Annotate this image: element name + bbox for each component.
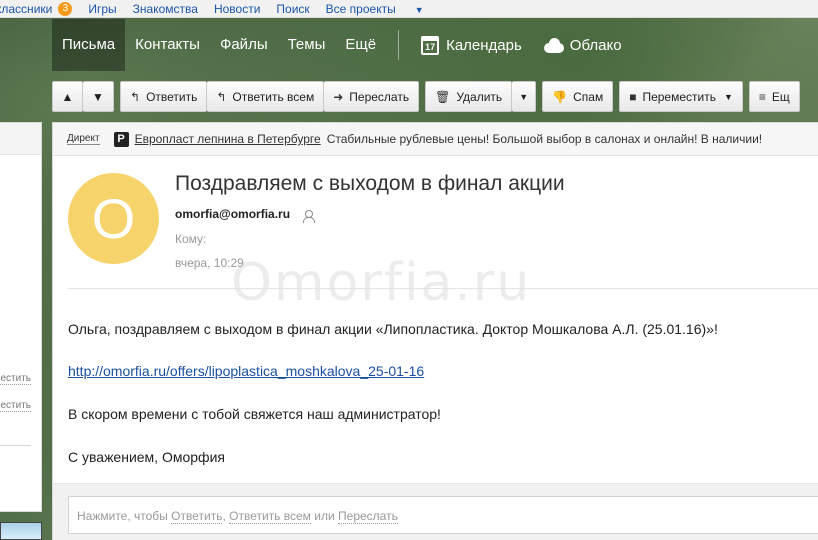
move-label: Переместить (642, 89, 716, 104)
portal-link-dating[interactable]: Знакомства (133, 2, 198, 16)
all-projects-label: Все проекты (325, 1, 396, 16)
forward-button[interactable]: ➜ Переслать (324, 81, 420, 112)
reply-button[interactable]: ↰ Ответить (120, 81, 208, 112)
delete-button[interactable]: 🗑 Удалить (425, 81, 513, 112)
reply-hint-or: или (314, 509, 335, 523)
cloud-icon (542, 37, 564, 53)
body-line-3: В скором времени с тобой свяжется наш ад… (68, 406, 441, 422)
sender-avatar: O (68, 173, 159, 264)
spam-label: Спам (573, 89, 604, 104)
portal-link-all-projects[interactable]: Все проекты ▼ (326, 2, 440, 16)
arrow-down-icon: ▼ (92, 89, 104, 104)
delete-options-button[interactable]: ▼ (512, 81, 537, 112)
folder-icon: ■ (629, 89, 637, 104)
nav-tab-mail[interactable]: Письма (52, 19, 126, 71)
portal-link-news[interactable]: Новости (214, 2, 260, 16)
caret-down-icon: ▼ (414, 4, 424, 15)
nav-arrows-group: ▲ ▼ (52, 81, 114, 112)
main-nav: Письма Контакты Файлы Темы Ещё 17 Календ… (52, 19, 818, 71)
reply-all-icon: ↰ (216, 89, 227, 104)
message-toolbar: ▲ ▼ ↰ Ответить ↰ Ответить всем ➜ Переслать … (52, 80, 818, 113)
quick-forward-link[interactable]: Переслать (338, 509, 398, 524)
forward-label: Переслать (349, 89, 410, 104)
nav-cloud-label: Облако (569, 36, 622, 54)
quick-reply-link[interactable]: Ответить (171, 509, 223, 524)
left-move-link-2[interactable]: местить (0, 400, 31, 412)
sender-email[interactable]: omorfia@omorfia.ru (175, 207, 290, 221)
reply-group: ↰ Ответить ↰ Ответить всем ➜ Переслать (120, 81, 420, 112)
forward-icon: ➜ (333, 89, 344, 104)
portal-link-search[interactable]: Поиск (276, 2, 309, 16)
body-link-line: http://omorfia.ru/offers/lipoplastica_mo… (68, 363, 424, 379)
add-contact-icon[interactable] (303, 210, 315, 223)
body-line-1: Ольга, поздравляем с выходом в финал акц… (68, 321, 718, 337)
spam-button[interactable]: 👎 Спам (542, 81, 614, 112)
ad-bar: Директ P Европласт лепнина в Петербурге … (53, 123, 818, 156)
calendar-icon: 17 (421, 35, 440, 55)
trash-icon: 🗑 (435, 89, 451, 104)
message-card: Директ P Европласт лепнина в Петербурге … (52, 122, 818, 540)
ad-text: Стабильные рублевые цены! Большой выбор … (326, 132, 763, 146)
portal-link-games[interactable]: Игры (88, 2, 116, 16)
prev-message-button[interactable]: ▲ (52, 81, 83, 112)
nav-cloud[interactable]: Облако (532, 37, 632, 54)
nav-calendar[interactable]: 17 Календарь (411, 35, 532, 55)
more-button[interactable]: ≡ Ещ (748, 81, 800, 112)
nav-tab-contacts[interactable]: Контакты (125, 19, 210, 71)
nav-calendar-label: Календарь (446, 36, 522, 54)
left-panel: местить местить (0, 122, 42, 512)
offer-link[interactable]: http://omorfia.ru/offers/lipoplastica_mo… (68, 363, 424, 379)
nav-tab-more[interactable]: Ещё (335, 19, 386, 71)
left-divider (0, 445, 31, 446)
quick-reply-all-link[interactable]: Ответить всем (229, 509, 311, 524)
left-panel-header (0, 123, 41, 155)
quick-reply-area: Нажмите, чтобы Ответить, Ответить всем и… (53, 483, 818, 540)
portal-bar: классники 3 Игры Знакомства Новости Поис… (0, 0, 818, 18)
move-group: ■ Переместить ▼ (619, 81, 743, 112)
arrow-up-icon: ▲ (61, 89, 74, 104)
ad-direct-label[interactable]: Директ (67, 133, 100, 145)
body-line-4: С уважением, Оморфия (68, 449, 225, 465)
menu-icon: ≡ (758, 89, 766, 104)
reply-hint-prefix: Нажмите, чтобы (77, 509, 168, 523)
nav-tab-files[interactable]: Файлы (210, 19, 278, 71)
more-label: Ещ (771, 89, 790, 104)
watermark: Omorfia.ru (231, 253, 532, 313)
more-group: ≡ Ещ (748, 81, 800, 112)
next-message-button[interactable]: ▼ (83, 81, 114, 112)
recipient-label: Кому: (175, 232, 207, 246)
move-button[interactable]: ■ Переместить ▼ (619, 81, 743, 112)
delete-group: 🗑 Удалить ▼ (425, 81, 537, 112)
caret-down-icon: ▼ (519, 91, 529, 102)
nav-separator (398, 30, 400, 60)
left-move-link-1[interactable]: местить (0, 373, 31, 385)
reply-all-label: Ответить всем (232, 89, 315, 104)
message-subject: Поздравляем с выходом в финал акции (175, 172, 565, 195)
thumbnail[interactable] (0, 522, 42, 540)
ad-logo-icon: P (113, 131, 129, 147)
delete-label: Удалить (456, 89, 503, 104)
reply-icon: ↰ (130, 89, 141, 104)
spam-group: 👎 Спам (542, 81, 614, 112)
caret-down-icon: ▼ (723, 91, 733, 102)
quick-reply-box[interactable]: Нажмите, чтобы Ответить, Ответить всем и… (68, 496, 818, 534)
thumbs-down-icon: 👎 (552, 89, 568, 104)
ad-link[interactable]: Европласт лепнина в Петербурге (135, 132, 321, 146)
notification-badge: 3 (58, 1, 73, 16)
reply-label: Ответить (146, 89, 198, 104)
portal-link-ok[interactable]: классники (0, 2, 52, 16)
reply-all-button[interactable]: ↰ Ответить всем (207, 81, 325, 112)
nav-tab-themes[interactable]: Темы (278, 19, 336, 71)
header-divider (68, 288, 818, 289)
